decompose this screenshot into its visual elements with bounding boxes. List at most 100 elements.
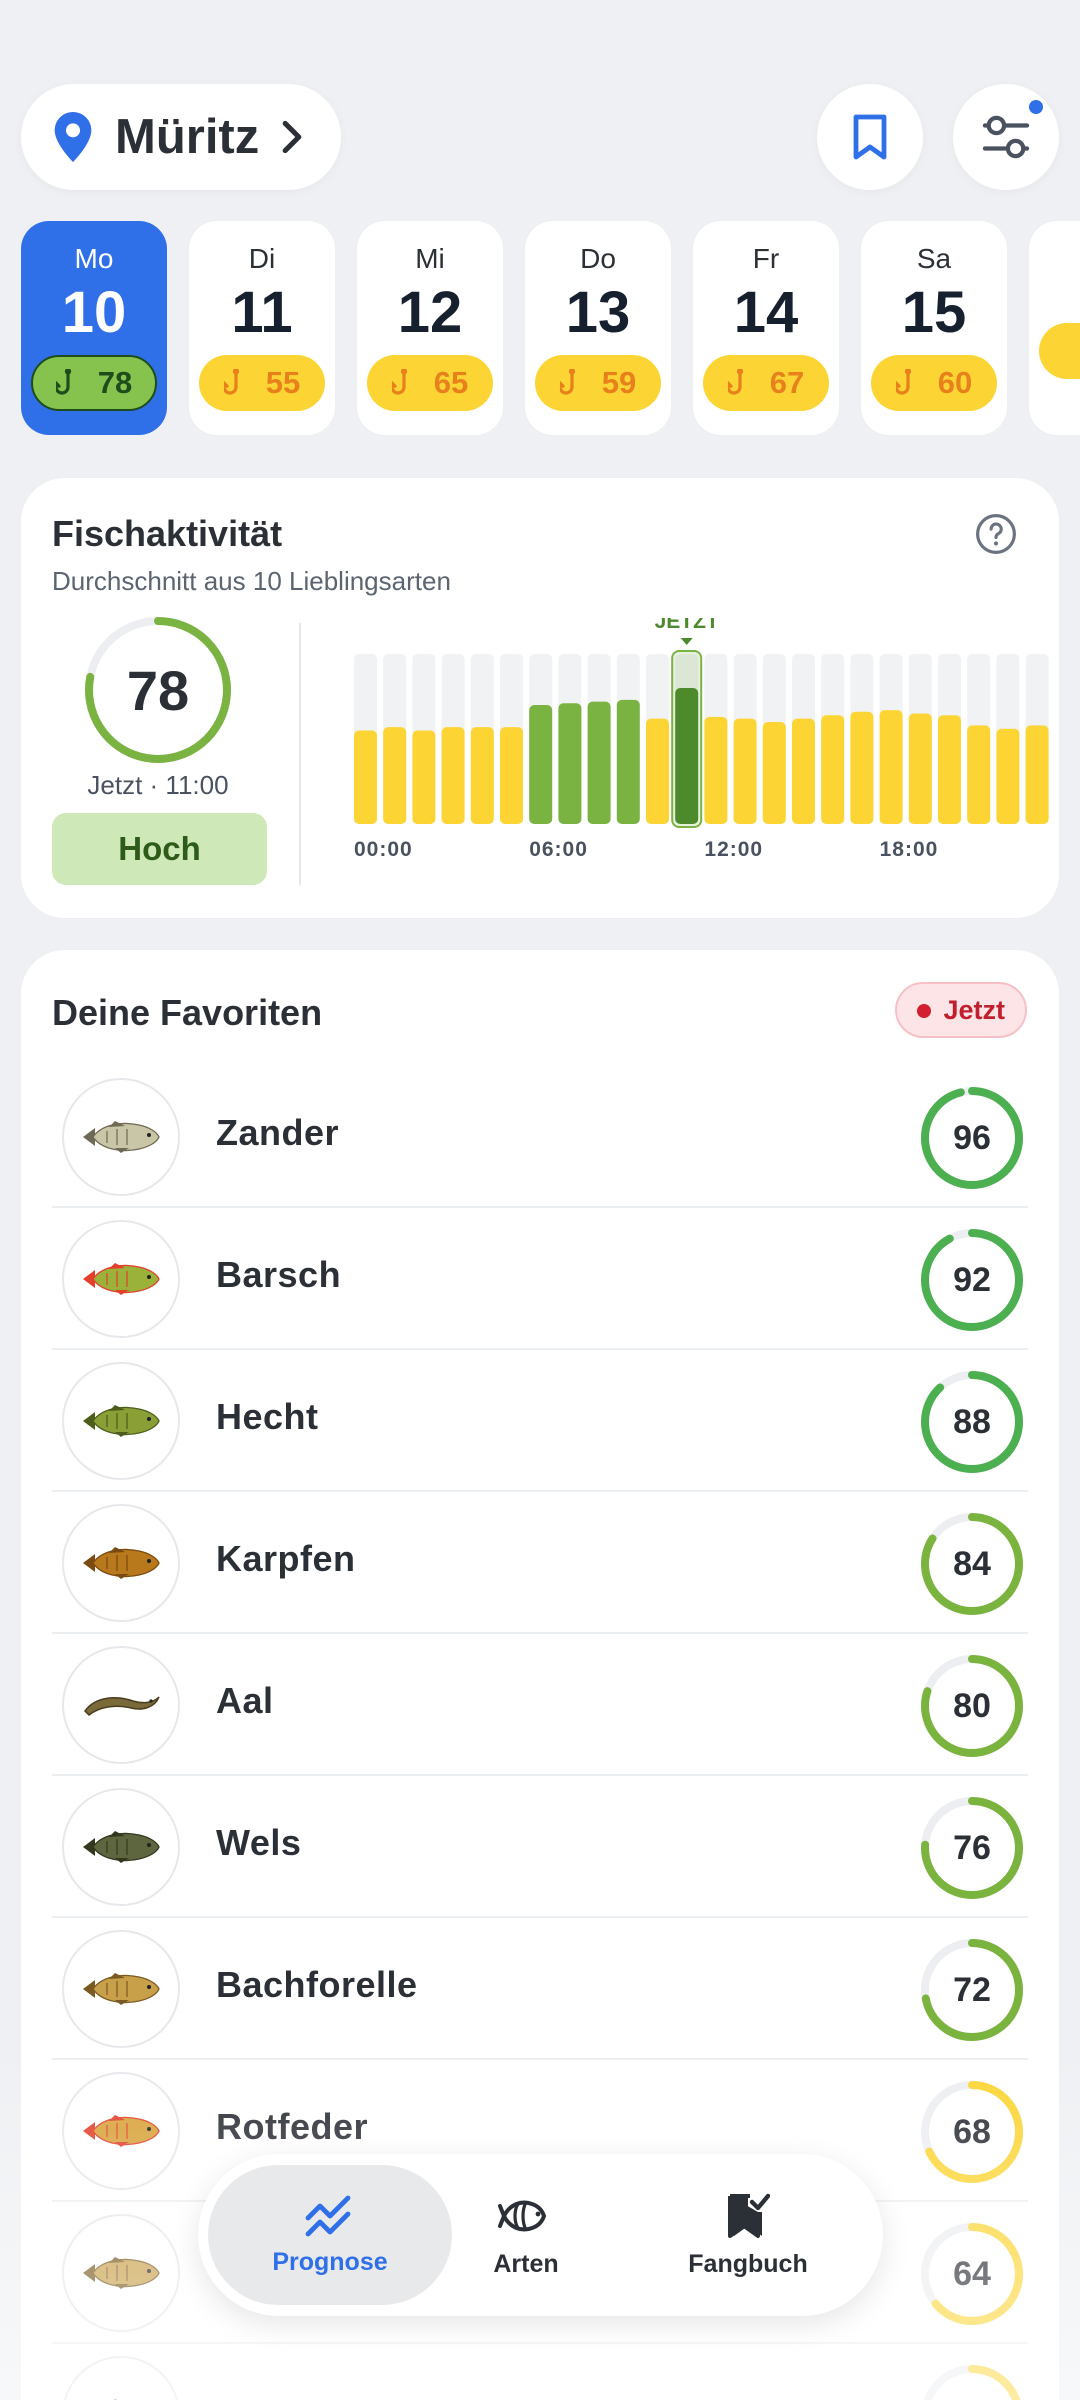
- chart-tick-label: 00:00: [354, 838, 413, 861]
- fish-avatar: [62, 1220, 180, 1338]
- fish-name: Karpfen: [216, 1538, 356, 1579]
- chart-bar-22[interactable]: [996, 728, 1020, 824]
- sliders-icon: [982, 115, 1030, 159]
- fish-row[interactable]: Aal 80: [52, 1634, 1028, 1776]
- activity-time: Jetzt · 11:00: [87, 770, 229, 800]
- chart-bar-23[interactable]: [1025, 725, 1049, 824]
- chart-bar-03[interactable]: [441, 727, 465, 824]
- day-score-badge: 55: [199, 355, 325, 411]
- question-circle-icon[interactable]: [975, 513, 1017, 555]
- day-card-14[interactable]: Fr 14 67: [693, 221, 839, 435]
- pike-fish-icon: [83, 1405, 160, 1437]
- chart-bar-18[interactable]: [879, 710, 903, 824]
- fish-row[interactable]: Karpfen 84: [52, 1492, 1028, 1634]
- day-card-13[interactable]: Do 13 59: [525, 221, 671, 435]
- day-score: 67: [769, 365, 805, 400]
- fishing-hook-icon: [727, 369, 743, 395]
- fish-name: Bachforelle: [216, 1964, 418, 2005]
- fish-score: 64: [953, 2254, 991, 2293]
- chart-bar-15[interactable]: [792, 718, 815, 824]
- day-card-1[interactable]: 1: [1029, 221, 1080, 435]
- fish-score: 92: [953, 1260, 991, 1299]
- fish-row[interactable]: [52, 2344, 1028, 2400]
- chart-bar-01[interactable]: [383, 727, 407, 824]
- chart-bar-04[interactable]: [470, 727, 494, 824]
- day-card-10[interactable]: Mo 10 78: [21, 221, 167, 435]
- map-pin-icon: [54, 112, 92, 162]
- chart-bar-00[interactable]: [354, 730, 377, 825]
- fish-activity-card: Fischaktivität Durchschnitt aus 10 Liebl…: [21, 478, 1059, 918]
- bookmark-button[interactable]: [817, 84, 923, 190]
- day-score-badge: 67: [703, 355, 829, 411]
- fish-avatar: [62, 1078, 180, 1196]
- chart-tick-label: 06:00: [529, 838, 588, 861]
- chart-bar-16[interactable]: [821, 715, 845, 824]
- chart-tick-label: 12:00: [704, 838, 763, 861]
- day-score: 60: [937, 365, 973, 400]
- fishing-hook-icon: [223, 369, 239, 395]
- filter-button[interactable]: [953, 84, 1059, 190]
- day-score-badge: 59: [535, 355, 661, 411]
- perch-fish-icon: [83, 1263, 160, 1295]
- notification-dot: [1029, 100, 1043, 114]
- fish-avatar: [62, 2072, 180, 2190]
- chart-bar-02[interactable]: [412, 730, 436, 825]
- day-card-15[interactable]: Sa 15 60: [861, 221, 1007, 435]
- chart-bar-12[interactable]: [704, 716, 728, 824]
- fish-outline-icon: [498, 2200, 547, 2231]
- nav-fangbuch[interactable]: Fangbuch: [618, 2165, 878, 2305]
- chart-bar-10[interactable]: [646, 718, 669, 824]
- activity-title: Fischaktivität: [52, 513, 283, 554]
- location-selector[interactable]: Müritz: [21, 84, 342, 190]
- chart-bar-13[interactable]: [733, 718, 757, 824]
- bookmark-check-icon: [728, 2193, 770, 2238]
- chart-bar-08[interactable]: [587, 701, 611, 824]
- day-name: Sa: [916, 243, 952, 274]
- day-name: Di: [248, 243, 276, 274]
- chart-bar-19[interactable]: [908, 713, 932, 825]
- chart-bar-06[interactable]: [529, 705, 553, 824]
- fishing-hook-icon: [895, 369, 911, 395]
- day-number: 11: [231, 280, 293, 345]
- activity-level-badge: Hoch: [52, 813, 267, 885]
- fish-name: Barsch: [216, 1254, 342, 1295]
- chart-bar-14[interactable]: [762, 722, 786, 824]
- location-name: Müritz: [115, 110, 260, 164]
- day-card-12[interactable]: Mi 12 65: [357, 221, 503, 435]
- activity-subtitle: Durchschnitt aus 10 Lieblingsarten: [52, 566, 451, 596]
- now-badge: Jetzt: [895, 982, 1027, 1038]
- fish-avatar: [62, 1930, 180, 2048]
- fish-score: 72: [953, 1970, 991, 2009]
- fish-row[interactable]: Zander 96: [52, 1066, 1028, 1208]
- fish-avatar: [62, 1788, 180, 1906]
- hourly-activity-chart[interactable]: JETZT 00:00 06:00 12:00 18:00: [331, 618, 1051, 908]
- chart-bar-05[interactable]: [500, 727, 523, 824]
- chart-bar-11[interactable]: [675, 688, 699, 824]
- day-selector: Mo 10 78 Di 11 55 Mi 12 65 Do 13 59 Fr 14 67 Sa 15 60 1: [21, 221, 1080, 435]
- trout-fish-icon: [83, 1973, 160, 2005]
- fish-name: Zander: [216, 1112, 340, 1153]
- chart-bar-17[interactable]: [850, 711, 874, 824]
- chart-bar-21[interactable]: [967, 725, 991, 824]
- chart-now-marker: [680, 638, 693, 645]
- fish-name: Wels: [216, 1822, 302, 1863]
- chart-bar-07[interactable]: [558, 703, 582, 824]
- bookmark-icon: [853, 114, 887, 160]
- fish-icon: [83, 2257, 160, 2289]
- day-score-badge: [1039, 323, 1080, 379]
- fishing-hook-icon: [55, 369, 71, 395]
- fishing-hook-icon: [559, 369, 575, 395]
- day-score: 78: [97, 365, 133, 400]
- fish-row[interactable]: Barsch 92: [52, 1208, 1028, 1350]
- chart-bar-09[interactable]: [616, 699, 640, 824]
- day-number: 14: [733, 280, 799, 345]
- chart-tick-label: 18:00: [880, 838, 939, 861]
- fish-row[interactable]: Wels 76: [52, 1776, 1028, 1918]
- fish-row[interactable]: Bachforelle 72: [52, 1918, 1028, 2060]
- nav-arten[interactable]: Arten: [416, 2165, 636, 2305]
- day-score: 55: [265, 365, 301, 400]
- day-card-11[interactable]: Di 11 55: [189, 221, 335, 435]
- fish-row[interactable]: Hecht 88: [52, 1350, 1028, 1492]
- chart-bar-20[interactable]: [938, 715, 961, 824]
- day-name: Mo: [74, 243, 114, 274]
